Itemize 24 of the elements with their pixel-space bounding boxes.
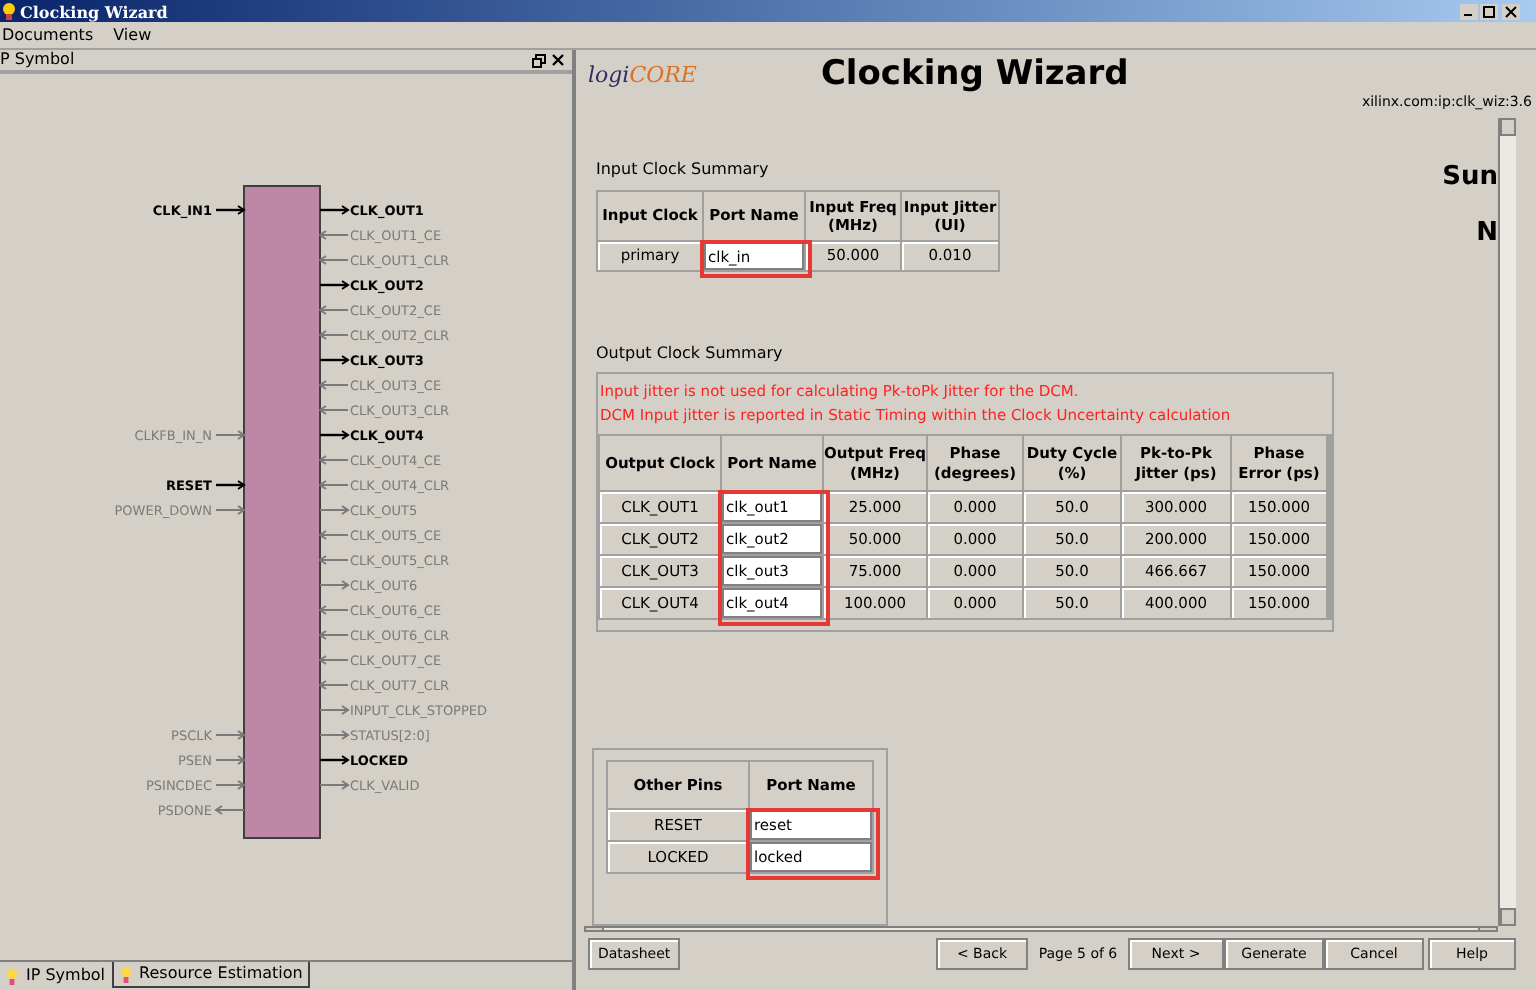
cut-heading: N — [1476, 216, 1498, 252]
bulb-icon — [2, 2, 16, 20]
menu-item[interactable]: View — [111, 23, 154, 47]
logo: logiCORE — [588, 59, 697, 91]
vertical-scrollbar[interactable] — [1498, 118, 1516, 926]
close-icon[interactable] — [1502, 3, 1520, 19]
minimize-icon[interactable] — [1460, 3, 1478, 19]
horizontal-scrollbar[interactable] — [584, 926, 1498, 932]
highlight-frame — [700, 240, 812, 278]
bulb-icon — [6, 967, 18, 985]
menu-item[interactable]: Documents — [0, 23, 96, 47]
maximize-icon[interactable] — [1480, 3, 1498, 19]
tab[interactable]: Resource Estimation — [111, 962, 311, 988]
close-icon[interactable] — [552, 54, 564, 66]
bulb-icon — [119, 965, 132, 983]
cut-heading: Sun — [1442, 160, 1498, 196]
restore-icon[interactable] — [532, 53, 546, 67]
section-title: Input Clock Summary — [596, 158, 769, 182]
highlight-frame — [718, 490, 830, 626]
window-title: Clocking Wizard — [20, 3, 168, 19]
highlight-frame — [746, 808, 880, 880]
wizard-title: Clocking Wizard — [820, 51, 1129, 97]
panel-title: P Symbol — [0, 48, 75, 72]
section-title: Output Clock Summary — [596, 342, 783, 366]
